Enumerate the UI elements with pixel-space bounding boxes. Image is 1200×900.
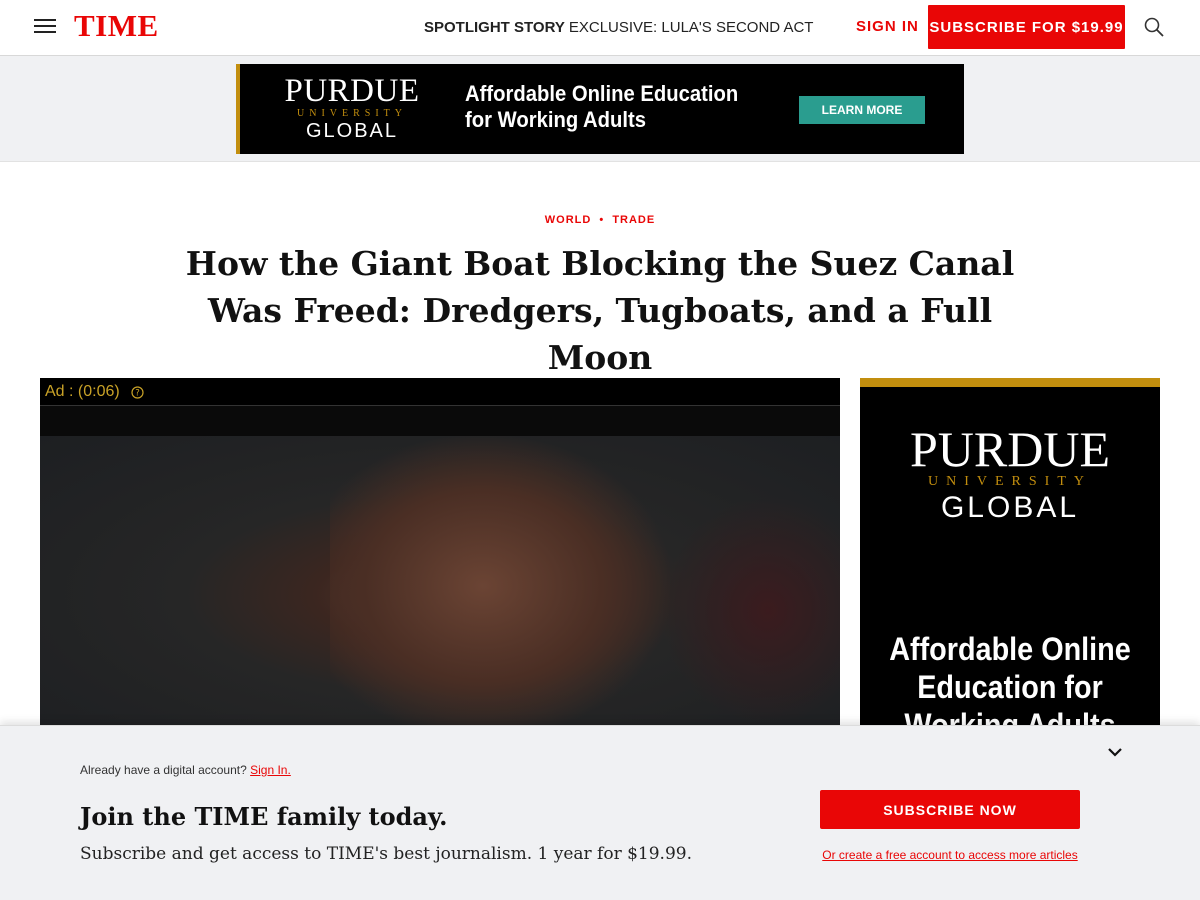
spotlight-text: EXCLUSIVE: LULA'S SECOND ACT: [568, 19, 814, 36]
top-ad-container: PURDUE UNIVERSITY GLOBAL Affordable Onli…: [0, 56, 1200, 162]
purdue-wordmark-large: PURDUE: [909, 421, 1111, 477]
drawer-sign-in-link[interactable]: Sign In.: [250, 763, 291, 777]
side-ad-headline: Affordable Online Education for Working …: [875, 630, 1145, 725]
site-header: TIME SPOTLIGHT STORY EXCLUSIVE: LULA'S SE…: [0, 0, 1200, 56]
spotlight-story-link[interactable]: SPOTLIGHT STORY EXCLUSIVE: LULA'S SECOND …: [424, 19, 813, 36]
purdue-global-logo-large: PURDUE UNIVERSITY GLOBAL: [860, 421, 1160, 525]
search-icon[interactable]: [1144, 17, 1164, 37]
hamburger-menu-icon[interactable]: [34, 19, 56, 35]
university-wordmark-large: UNIVERSITY: [928, 474, 1092, 489]
article-title: How the Giant Boat Blocking the Suez Can…: [150, 240, 1050, 381]
banner-ad-headline-line1: Affordable Online Education: [465, 81, 739, 106]
ad-timer: Ad : (0:06): [45, 383, 120, 400]
global-wordmark: GLOBAL: [305, 120, 399, 142]
side-ad-headline-line2: Education for: [917, 669, 1103, 705]
time-logo[interactable]: TIME: [74, 8, 159, 44]
video-ad-bar: Ad : (0:06) ?: [40, 378, 840, 406]
banner-ad-headline: Affordable Online Education for Working …: [465, 81, 738, 133]
purdue-side-ad[interactable]: PURDUE UNIVERSITY GLOBAL Affordable Onli…: [860, 378, 1160, 725]
purdue-banner-ad[interactable]: PURDUE UNIVERSITY GLOBAL Affordable Onli…: [236, 64, 964, 154]
subscribe-button[interactable]: SUBSCRIBE FOR $19.99: [928, 5, 1125, 49]
learn-more-button[interactable]: LEARN MORE: [799, 96, 925, 124]
video-frame[interactable]: [40, 436, 840, 725]
article-category: WORLD • TRADE: [0, 214, 1200, 226]
spotlight-label: SPOTLIGHT STORY: [424, 19, 565, 36]
side-ad-headline-line1: Affordable Online: [889, 631, 1131, 667]
sign-in-link[interactable]: SIGN IN: [856, 18, 919, 35]
university-wordmark: UNIVERSITY: [297, 108, 407, 119]
subscribe-drawer: Already have a digital account? Sign In.…: [0, 725, 1200, 900]
video-background: [660, 496, 840, 725]
global-wordmark-large: GLOBAL: [940, 491, 1080, 524]
article-title-line2: Was Freed: Dredgers, Tugboats, and a Ful…: [207, 291, 993, 377]
already-text: Already have a digital account?: [80, 763, 247, 777]
video-subject: [330, 436, 670, 725]
help-circle-icon[interactable]: ?: [131, 386, 144, 399]
purdue-global-logo: PURDUE UNIVERSITY GLOBAL: [278, 74, 426, 142]
category-separator: •: [599, 214, 605, 226]
create-free-account-link[interactable]: Or create a free account to access more …: [820, 848, 1080, 862]
side-ad-headline-line3: Working Adults: [904, 707, 1116, 725]
chevron-down-icon[interactable]: [1106, 746, 1124, 758]
category-world-link[interactable]: WORLD: [545, 214, 592, 226]
svg-text:?: ?: [135, 389, 140, 399]
category-trade-link[interactable]: TRADE: [612, 214, 655, 226]
banner-ad-headline-line2: for Working Adults: [465, 107, 647, 132]
purdue-wordmark: PURDUE: [284, 73, 420, 109]
article-title-line1: How the Giant Boat Blocking the Suez Can…: [185, 244, 1015, 283]
join-title: Join the TIME family today.: [80, 802, 448, 831]
subscribe-now-button[interactable]: SUBSCRIBE NOW: [820, 790, 1080, 829]
already-have-account: Already have a digital account? Sign In.: [80, 763, 291, 777]
video-player[interactable]: Ad : (0:06) ?: [40, 378, 840, 725]
join-subtitle: Subscribe and get access to TIME's best …: [80, 844, 692, 864]
